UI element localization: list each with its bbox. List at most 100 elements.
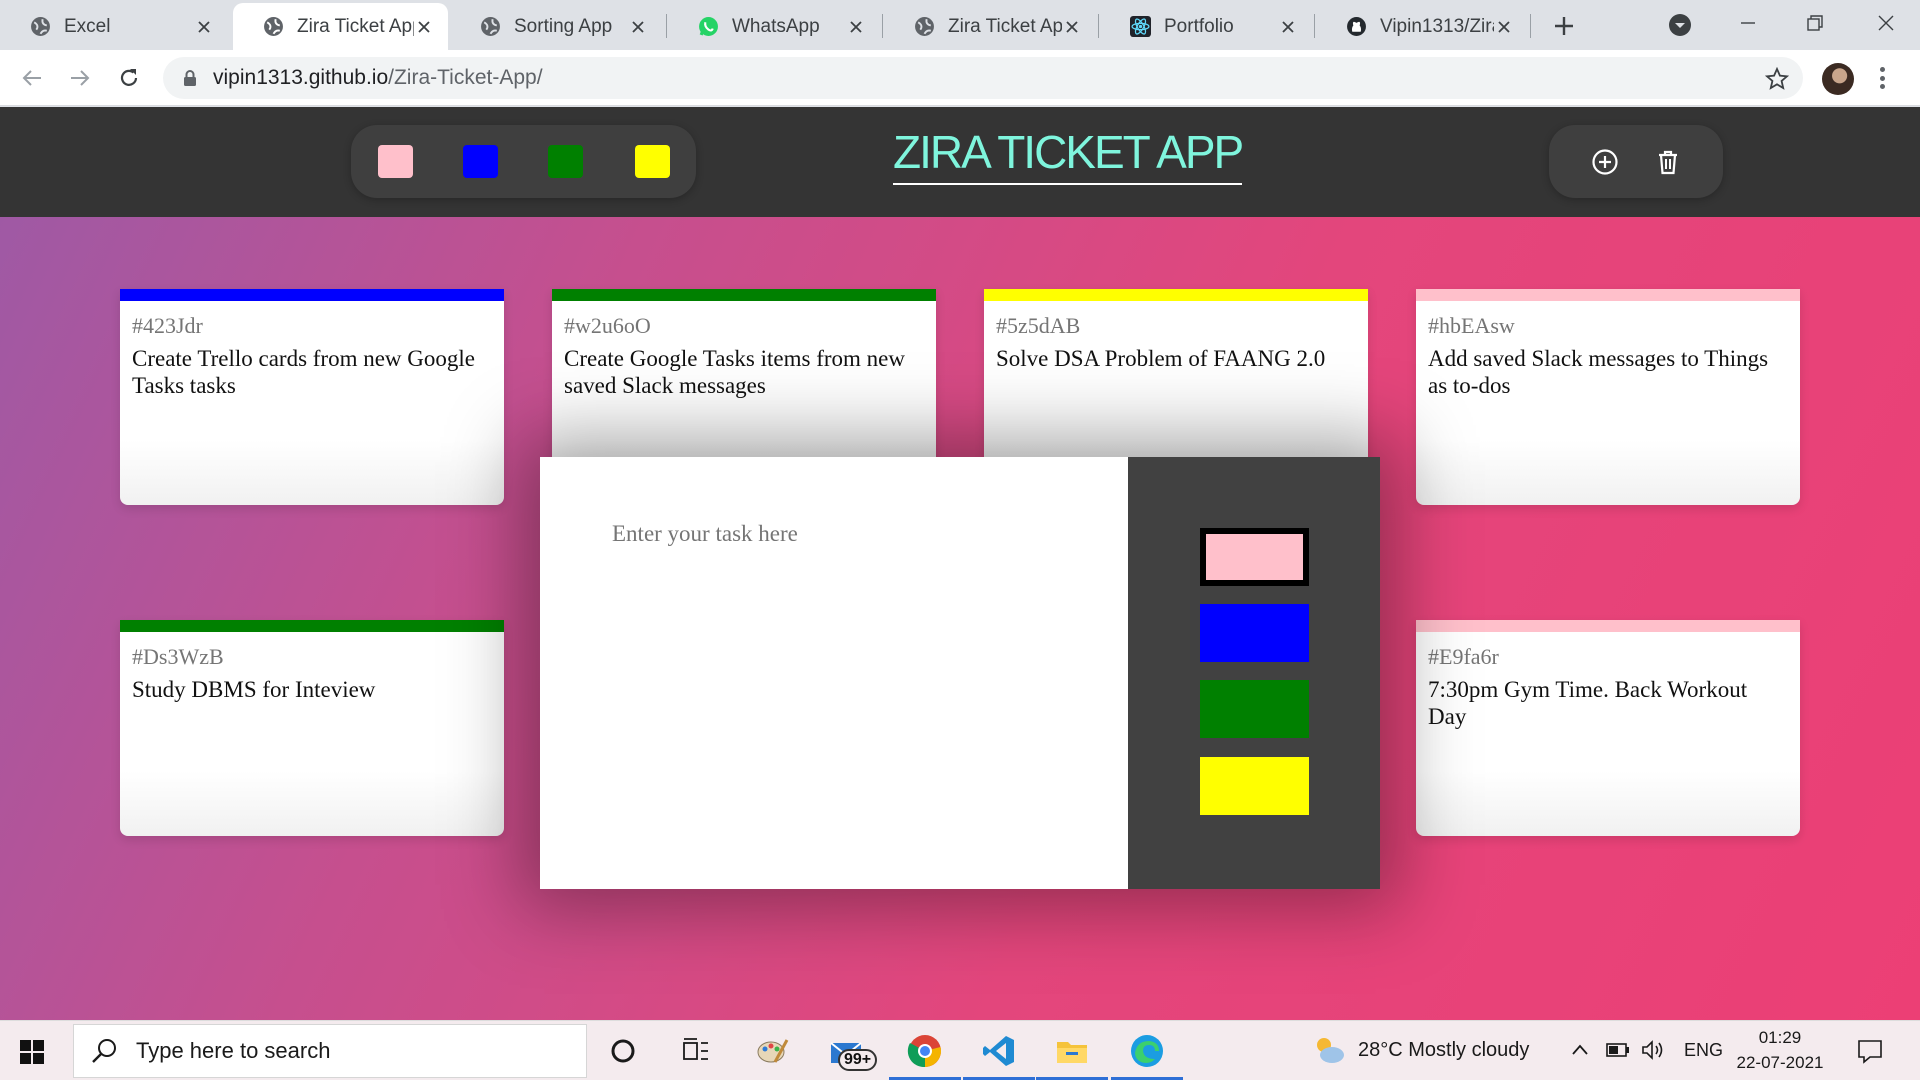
reload-button[interactable] — [113, 62, 145, 94]
ticket-description: Add saved Slack messages to Things as to… — [1428, 346, 1769, 398]
search-placeholder: Type here to search — [136, 1038, 331, 1063]
vscode-icon — [983, 1036, 1014, 1066]
ticket-card[interactable]: #hbEAsw Add saved Slack messages to Thin… — [1416, 289, 1800, 505]
clock-time: 01:29 — [1758, 1028, 1802, 1047]
task-input[interactable] — [540, 457, 1128, 889]
reload-icon — [120, 69, 138, 86]
ticket-color-stripe — [120, 289, 504, 301]
close-icon — [1878, 15, 1894, 31]
ticket-id: #hbEAsw — [1428, 313, 1515, 338]
taskbar-search[interactable]: Type here to search — [73, 1024, 587, 1078]
bookmark-star-icon[interactable] — [1765, 67, 1789, 91]
close-window-button[interactable] — [1866, 6, 1906, 40]
browser-menu-button[interactable] — [1872, 64, 1892, 92]
taskbar: Type here to search 99+ 28°C Mostly clou… — [0, 1020, 1920, 1080]
restore-icon — [1807, 15, 1823, 31]
file-explorer-button[interactable] — [1052, 1031, 1092, 1071]
ticket-color-stripe — [120, 620, 504, 632]
weather-cloud-icon — [1317, 1038, 1344, 1063]
add-ticket-button[interactable] — [1590, 147, 1620, 177]
zira-app: ZIRA TICKET APP #423Jdr Create Trello ca… — [0, 107, 1920, 1020]
react-icon — [1130, 16, 1151, 37]
arrow-left-icon — [22, 70, 41, 86]
trash-icon — [1659, 150, 1677, 175]
close-icon[interactable] — [846, 17, 866, 37]
plus-icon — [1555, 17, 1573, 35]
profile-avatar[interactable] — [1822, 63, 1854, 95]
action-bar — [1549, 125, 1723, 198]
create-ticket-modal — [540, 457, 1380, 889]
folder-icon — [1057, 1042, 1087, 1063]
tab-portfolio[interactable]: Portfolio — [1100, 3, 1312, 50]
tab-whatsapp[interactable]: WhatsApp — [668, 3, 880, 50]
globe-icon — [264, 17, 283, 36]
minimize-button[interactable] — [1728, 6, 1768, 40]
paint-app-button[interactable] — [752, 1031, 792, 1071]
tab-sorting-app[interactable]: Sorting App — [450, 3, 662, 50]
tab-github[interactable]: Vipin1313/Zira — [1316, 3, 1528, 50]
browser-toolbar: vipin1313.github.io/Zira-Ticket-App/ — [0, 50, 1920, 106]
tab-title: Excel — [64, 15, 111, 37]
close-icon[interactable] — [1062, 17, 1082, 37]
tab-separator — [882, 14, 883, 38]
edge-icon — [1131, 1035, 1163, 1067]
paint-palette-icon — [757, 1039, 789, 1063]
url-host: vipin1313.github.io — [213, 66, 389, 89]
forward-button[interactable] — [64, 62, 96, 94]
close-icon[interactable] — [1494, 17, 1514, 37]
priority-color-panel — [1128, 457, 1380, 889]
close-icon[interactable] — [414, 17, 434, 37]
tab-separator — [666, 14, 667, 38]
system-clock[interactable]: 01:29 22-07-2021 — [1730, 1025, 1830, 1075]
chrome-app-button[interactable] — [905, 1031, 945, 1071]
clock-date: 22-07-2021 — [1736, 1053, 1824, 1072]
tab-separator — [1098, 14, 1099, 38]
volume-icon[interactable] — [1640, 1039, 1666, 1061]
address-bar[interactable]: vipin1313.github.io/Zira-Ticket-App/ — [163, 57, 1803, 99]
ticket-card[interactable]: #423Jdr Create Trello cards from new Goo… — [120, 289, 504, 505]
tab-search-button[interactable] — [1668, 13, 1692, 37]
ticket-description: Create Google Tasks items from new saved… — [564, 346, 905, 398]
chevron-up-icon[interactable] — [1570, 1041, 1590, 1059]
weather-text[interactable]: 28°C Mostly cloudy — [1358, 1039, 1529, 1062]
edge-app-button[interactable] — [1127, 1031, 1167, 1071]
filter-yellow[interactable] — [635, 145, 670, 178]
globe-icon — [915, 17, 934, 36]
priority-blue[interactable] — [1200, 604, 1309, 662]
ticket-card[interactable]: #Ds3WzB Study DBMS for Inteview — [120, 620, 504, 836]
priority-green[interactable] — [1200, 680, 1309, 738]
close-icon[interactable] — [628, 17, 648, 37]
tab-zira-ticket-app[interactable]: Zira Ticket App — [884, 3, 1096, 50]
back-button[interactable] — [16, 62, 48, 94]
priority-pink[interactable] — [1200, 528, 1309, 586]
battery-icon[interactable] — [1605, 1041, 1631, 1059]
plus-circle-icon — [1592, 149, 1618, 175]
ticket-color-stripe — [1416, 289, 1800, 301]
restore-button[interactable] — [1795, 6, 1835, 40]
cortana-icon — [611, 1039, 635, 1063]
language-indicator[interactable]: ENG — [1684, 1040, 1723, 1061]
tab-separator — [1530, 14, 1531, 38]
ticket-card[interactable]: #E9fa6r 7:30pm Gym Time. Back Workout Da… — [1416, 620, 1800, 836]
new-tab-button[interactable] — [1550, 12, 1578, 40]
notification-center-icon[interactable] — [1856, 1038, 1884, 1064]
task-view-button[interactable] — [676, 1031, 716, 1071]
tab-zira-ticket-app-active[interactable]: Zira Ticket App — [233, 3, 448, 50]
chrome-icon — [907, 1035, 942, 1068]
close-icon[interactable] — [1278, 17, 1298, 37]
priority-yellow[interactable] — [1200, 757, 1309, 815]
delete-ticket-button[interactable] — [1653, 147, 1683, 177]
ticket-description: Solve DSA Problem of FAANG 2.0 — [996, 346, 1326, 371]
close-icon[interactable] — [194, 17, 214, 37]
whatsapp-icon — [699, 17, 718, 36]
filter-pink[interactable] — [378, 145, 413, 178]
windows-start-button[interactable] — [20, 1040, 44, 1064]
cortana-button[interactable] — [603, 1031, 643, 1071]
filter-blue[interactable] — [463, 145, 498, 178]
tab-title: Sorting App — [514, 15, 613, 37]
vscode-app-button[interactable] — [979, 1031, 1019, 1071]
filter-green[interactable] — [548, 145, 583, 178]
ticket-id: #E9fa6r — [1428, 644, 1499, 669]
tab-excel[interactable]: Excel — [0, 3, 228, 50]
github-icon — [1347, 17, 1366, 36]
